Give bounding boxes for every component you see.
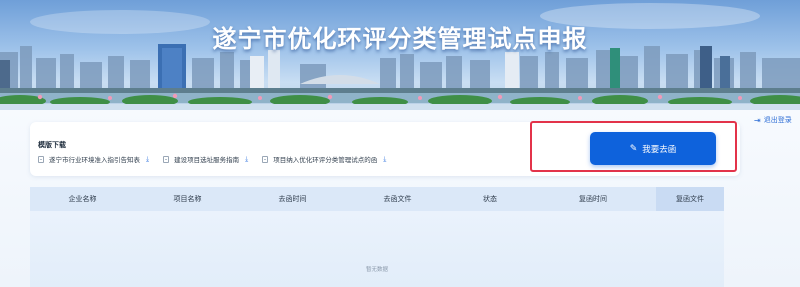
column-header-reply-time[interactable]: 复函时间	[530, 187, 656, 211]
column-header-send-file[interactable]: 去函文件	[345, 187, 450, 211]
template-item[interactable]: 建设项目选址服务指南 ⤓	[163, 154, 248, 164]
table-body: 暂无数据	[30, 211, 724, 287]
logout-icon: ⇥	[754, 115, 761, 125]
column-header-company[interactable]: 企业名称	[30, 187, 135, 211]
download-icon[interactable]: ⤓	[146, 155, 149, 164]
edit-pen-icon: ✎	[629, 143, 638, 154]
template-list: 遂宁市行业环境准入指引告知表 ⤓ 建设项目选址服务指南 ⤓ 项目纳入优化环评分类…	[38, 153, 386, 165]
template-item-label: 遂宁市行业环境准入指引告知表	[49, 156, 140, 164]
column-header-status[interactable]: 状态	[450, 187, 530, 211]
submit-letter-label: 我要去函	[642, 144, 677, 155]
logout-label: 退出登录	[763, 116, 792, 124]
empty-state-text: 暂无数据	[365, 267, 388, 273]
submit-letter-button[interactable]: ✎ 我要去函	[590, 132, 716, 165]
template-item[interactable]: 遂宁市行业环境准入指引告知表 ⤓	[38, 154, 149, 164]
records-table: 企业名称 项目名称 去函时间 去函文件 状态 复函时间 复函文件 暂无数据	[30, 187, 724, 287]
logout-button[interactable]: ⇥ 退出登录	[754, 115, 792, 125]
header-banner: 遂宁市优化环评分类管理试点申报	[0, 0, 800, 110]
banner-title: 遂宁市优化环评分类管理试点申报	[212, 24, 588, 53]
template-item[interactable]: 项目纳入优化环评分类管理试点的函 ⤓	[262, 154, 386, 164]
download-icon[interactable]: ⤓	[383, 155, 386, 164]
city-skyline-illustration	[0, 3, 800, 110]
template-item-label: 建设项目选址服务指南	[174, 156, 240, 164]
column-header-send-time[interactable]: 去函时间	[240, 187, 345, 211]
document-icon	[262, 155, 269, 163]
column-header-reply-file[interactable]: 复函文件	[656, 187, 724, 211]
document-icon	[38, 155, 44, 163]
download-icon[interactable]: ⤓	[245, 155, 248, 164]
document-icon	[163, 155, 170, 163]
template-item-label: 项目纳入优化环评分类管理试点的函	[273, 156, 378, 164]
table-header: 企业名称 项目名称 去函时间 去函文件 状态 复函时间 复函文件	[30, 187, 724, 211]
template-download-title: 模版下载	[38, 141, 66, 149]
column-header-project[interactable]: 项目名称	[135, 187, 240, 211]
